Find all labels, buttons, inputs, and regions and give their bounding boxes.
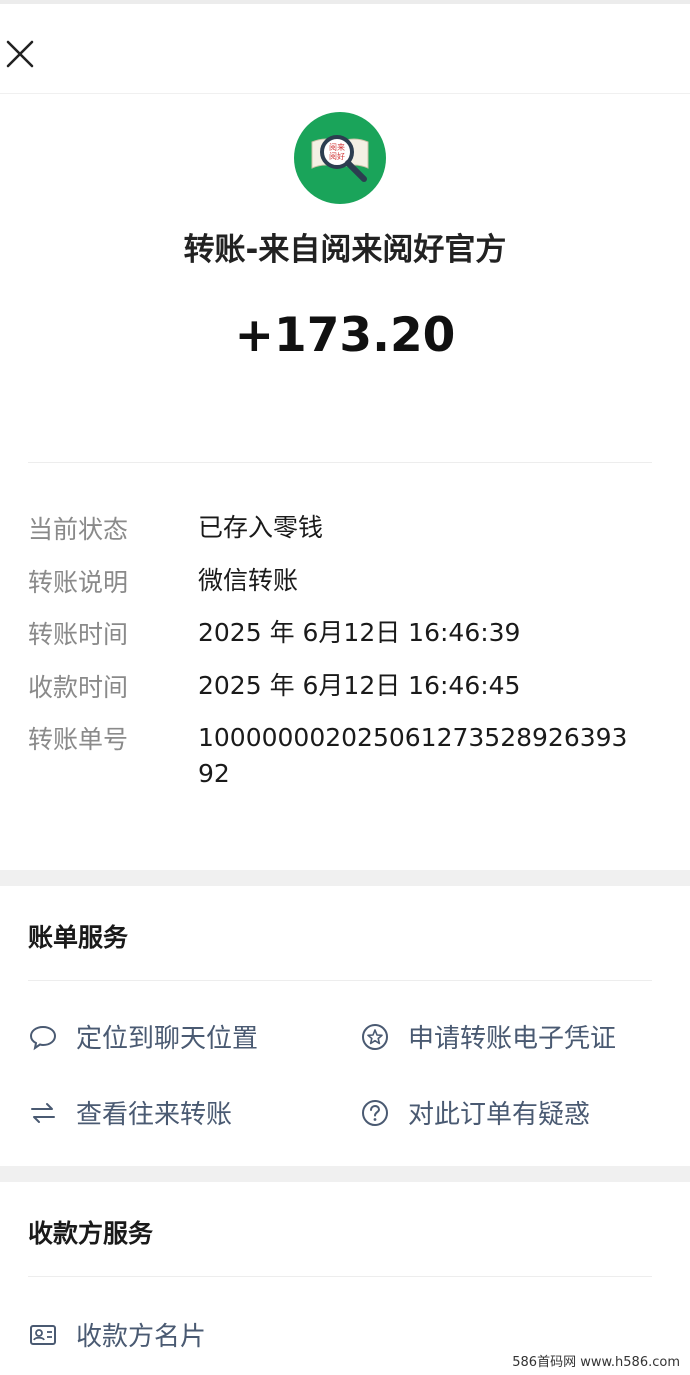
payer-logo: 阅来 阅好: [294, 112, 386, 204]
star-badge-icon: [362, 1023, 388, 1050]
divider: [28, 1276, 652, 1277]
request-voucher-button[interactable]: 申请转账电子凭证: [360, 1018, 616, 1055]
section-gap: [0, 870, 690, 886]
divider: [28, 462, 652, 463]
detail-value: 2025 年 6月12日 16:46:45: [198, 671, 521, 700]
view-transfers-label: 查看往来转账: [76, 1100, 233, 1130]
detail-label: 转账时间: [28, 620, 129, 649]
svg-text:阅来: 阅来: [329, 143, 345, 152]
detail-label: 转账单号: [28, 725, 129, 754]
detail-label: 当前状态: [28, 515, 129, 544]
question-icon: [362, 1099, 388, 1126]
watermark: 586首码网 www.h586.com: [508, 1350, 684, 1371]
detail-value: 2025 年 6月12日 16:46:39: [198, 618, 521, 647]
top-bar: [0, 0, 690, 94]
order-question-button[interactable]: 对此订单有疑惑: [360, 1094, 590, 1131]
locate-chat-label: 定位到聊天位置: [76, 1024, 259, 1054]
section-gap: [0, 1166, 690, 1182]
svg-text:阅好: 阅好: [329, 151, 345, 161]
order-question-label: 对此订单有疑惑: [408, 1100, 591, 1130]
close-icon[interactable]: [2, 36, 38, 72]
divider: [28, 980, 652, 981]
detail-label: 收款时间: [28, 673, 129, 702]
exchange-arrows-icon: [31, 1102, 55, 1123]
transfer-amount: +173.20: [234, 308, 456, 363]
payee-card-button[interactable]: 收款方名片: [28, 1316, 206, 1353]
chat-bubble-icon: [29, 1025, 57, 1050]
transaction-id-value[interactable]: 100000002025061273528926393 92: [198, 720, 648, 792]
transfer-title: 转账-来自阅来阅好官方: [183, 232, 507, 268]
view-transfers-button[interactable]: 查看往来转账: [28, 1094, 232, 1131]
request-voucher-label: 申请转账电子凭证: [408, 1024, 617, 1054]
contact-card-icon: [30, 1324, 56, 1345]
locate-chat-button[interactable]: 定位到聊天位置: [28, 1018, 258, 1055]
payee-card-label: 收款方名片: [76, 1322, 207, 1352]
detail-value: 微信转账: [198, 566, 299, 595]
bill-services-title: 账单服务: [28, 923, 129, 952]
payee-services-title: 收款方服务: [28, 1219, 154, 1248]
detail-label: 转账说明: [28, 568, 129, 597]
detail-value: 已存入零钱: [198, 513, 324, 542]
